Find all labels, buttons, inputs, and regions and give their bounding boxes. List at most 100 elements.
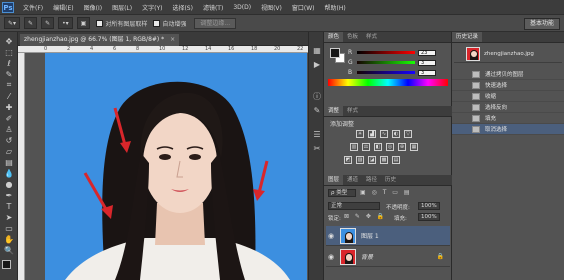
channel-mixer-icon[interactable]: ⊕ [398, 143, 406, 151]
tab-adjust-styles[interactable]: 样式 [343, 106, 362, 116]
canvas-area[interactable] [25, 53, 308, 280]
clone-stamp-tool-icon[interactable]: ♙ [3, 124, 15, 134]
red-value-field[interactable]: 23 [418, 49, 436, 56]
curves-icon[interactable]: ∿ [380, 130, 388, 138]
menu-type[interactable]: 文字(Y) [137, 3, 167, 12]
portrait-photo[interactable] [45, 53, 307, 280]
color-balance-icon[interactable]: ⚖ [362, 143, 370, 151]
quick-selection-tool-icon[interactable]: ✎ [3, 69, 15, 79]
blend-mode-select[interactable]: 正常 [328, 202, 380, 210]
healing-brush-tool-icon[interactable]: ✚ [3, 102, 15, 112]
tab-adjustments[interactable]: 调整 [324, 106, 344, 116]
color-foreground-swatch[interactable] [330, 48, 340, 58]
crop-tool-icon[interactable]: ⌗ [3, 80, 15, 90]
zoom-tool-icon[interactable]: 🔍 [3, 245, 15, 255]
menu-file[interactable]: 文件(F) [18, 3, 48, 12]
selective-color-icon[interactable]: ▩ [380, 156, 388, 164]
lock-icons[interactable]: ⊠ ✎ ✥ 🔒 [344, 213, 386, 220]
opacity-field[interactable]: 100% [418, 202, 440, 210]
color-spectrum-bar[interactable] [328, 79, 448, 86]
history-item[interactable]: 通过拷贝的图层 [452, 69, 564, 80]
menu-image[interactable]: 图像(I) [79, 3, 107, 12]
actions-panel-icon[interactable]: ▶ [312, 60, 322, 69]
tab-color[interactable]: 颜色 [324, 32, 344, 42]
green-value-field[interactable]: 3 [418, 59, 436, 66]
tab-swatches[interactable]: 色板 [343, 32, 362, 42]
visibility-eye-icon[interactable]: ◉ [326, 253, 336, 261]
blue-slider[interactable]: B 3 [348, 69, 436, 76]
properties-panel-icon[interactable]: ☰ [312, 130, 322, 139]
menu-filter[interactable]: 滤镜(T) [198, 3, 228, 12]
layer-row-background[interactable]: ◉ 背景 🔒 [326, 247, 450, 267]
refine-edge-button[interactable]: 调整边缘... [194, 17, 237, 29]
red-slider[interactable]: R 23 [348, 49, 436, 56]
move-tool-icon[interactable]: ✥ [3, 36, 15, 46]
marquee-tool-icon[interactable]: ⬚ [3, 47, 15, 57]
fill-field[interactable]: 100% [418, 213, 440, 221]
brush-size-picker[interactable]: •▾ [58, 17, 73, 29]
tab-layers[interactable]: 图层 [324, 175, 344, 185]
brush-tool-icon[interactable]: ✐ [3, 113, 15, 123]
layer-filter-icons[interactable]: ▣ ◎ T ▭ ▤ [360, 189, 412, 196]
layer-kind-filter[interactable]: ρ 类型 [328, 189, 356, 197]
menu-select[interactable]: 选择(S) [167, 3, 198, 12]
levels-icon[interactable]: ▟ [368, 130, 376, 138]
tab-history-alt[interactable]: 历史 [381, 175, 400, 185]
menu-window[interactable]: 窗口(W) [287, 3, 320, 12]
history-panel-icon[interactable]: ▦ [312, 46, 322, 55]
menu-layer[interactable]: 图层(L) [107, 3, 137, 12]
blur-tool-icon[interactable]: 💧 [3, 168, 15, 178]
new-selection-icon[interactable]: ✎ [24, 17, 38, 29]
brightness-icon[interactable]: ☀ [356, 130, 364, 138]
history-item[interactable]: 选择反向 [452, 102, 564, 113]
info-panel-icon[interactable]: ⓘ [312, 92, 322, 101]
dodge-tool-icon[interactable]: ● [3, 179, 15, 189]
red-track[interactable] [357, 51, 415, 54]
hand-tool-icon[interactable]: ✋ [3, 234, 15, 244]
auto-enhance-checkbox[interactable] [153, 19, 161, 27]
close-tab-icon[interactable]: × [170, 36, 175, 43]
visibility-eye-icon[interactable]: ◉ [326, 232, 336, 240]
sample-all-checkbox[interactable] [96, 19, 104, 27]
document-tab[interactable]: zhengjianzhao.jpg @ 66.7% (图层 1, RGB/8#)… [20, 34, 180, 46]
invert-icon[interactable]: ◩ [344, 156, 352, 164]
tab-styles[interactable]: 样式 [362, 32, 381, 42]
layer-row-layer1[interactable]: ◉ 图层 1 [326, 226, 450, 246]
gradient-tool-icon[interactable]: ▤ [3, 157, 15, 167]
photo-filter-icon[interactable]: ◎ [386, 143, 394, 151]
blue-value-field[interactable]: 3 [418, 69, 436, 76]
layer-name[interactable]: 背景 [361, 252, 373, 261]
green-track[interactable] [357, 61, 415, 64]
brush-settings-icon[interactable]: ▣ [76, 17, 91, 29]
layer-name[interactable]: 图层 1 [361, 231, 379, 240]
threshold-icon[interactable]: ◪ [368, 156, 376, 164]
tool-preset-picker[interactable]: ✎▾ [4, 17, 21, 29]
eraser-tool-icon[interactable]: ▱ [3, 146, 15, 156]
menu-view[interactable]: 视图(V) [256, 3, 287, 12]
posterize-icon[interactable]: ▨ [356, 156, 364, 164]
history-item[interactable]: 收缩 [452, 91, 564, 102]
history-item[interactable]: 填充 [452, 113, 564, 124]
history-item[interactable]: 快速选择 [452, 80, 564, 91]
gradient-map-icon[interactable]: ▤ [392, 156, 400, 164]
menu-3d[interactable]: 3D(D) [228, 4, 256, 11]
tool-presets-icon[interactable]: ✂ [312, 144, 322, 153]
type-tool-icon[interactable]: T [3, 201, 15, 211]
tab-history[interactable]: 历史记录 [452, 32, 483, 42]
history-snapshot-row[interactable]: zhengjianzhao.jpg [454, 45, 562, 63]
history-brush-tool-icon[interactable]: ↺ [3, 135, 15, 145]
workspace-button[interactable]: 基本功能 [523, 18, 560, 30]
lasso-tool-icon[interactable]: ℓ [3, 58, 15, 68]
color-lookup-icon[interactable]: ▦ [410, 143, 418, 151]
exposure-icon[interactable]: ◐ [392, 130, 400, 138]
add-selection-icon[interactable]: ✎ [41, 17, 55, 29]
foreground-color-swatch[interactable] [2, 260, 11, 269]
history-item-active[interactable]: 取消选择 [452, 124, 564, 135]
shape-tool-icon[interactable]: ▭ [3, 223, 15, 233]
blue-track[interactable] [357, 71, 415, 74]
tab-paths[interactable]: 路径 [362, 175, 381, 185]
path-selection-tool-icon[interactable]: ➤ [3, 212, 15, 222]
black-white-icon[interactable]: ◧ [374, 143, 382, 151]
pen-tool-icon[interactable]: ✒ [3, 190, 15, 200]
eyedropper-tool-icon[interactable]: ⁄ [3, 91, 15, 101]
